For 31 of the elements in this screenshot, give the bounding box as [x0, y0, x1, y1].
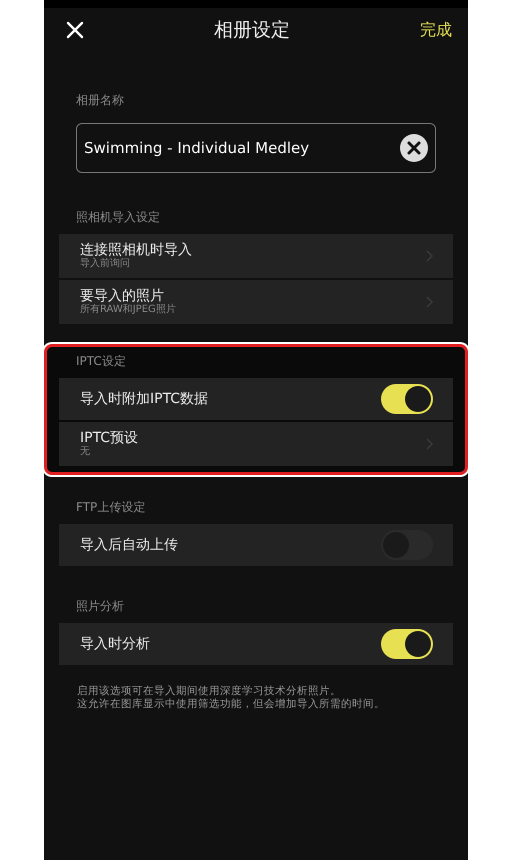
- description-text: 启用该选项可在导入期间使用深度学习技术分析照片。: [77, 685, 341, 698]
- settings-row[interactable]: 导入后自动上传: [59, 524, 453, 566]
- done-button[interactable]: 完成: [420, 20, 452, 40]
- settings-row[interactable]: 要导入的照片 所有RAW和JPEG照片: [59, 280, 453, 324]
- description-text: 这允许在图库显示中使用筛选功能，但会增加导入所需的时间。: [77, 698, 385, 712]
- row-value: 导入前询问: [80, 258, 131, 270]
- toggle-switch[interactable]: [381, 629, 433, 659]
- clear-icon[interactable]: [400, 134, 428, 162]
- row-value: 无: [80, 446, 91, 458]
- row-label: 要导入的照片: [80, 288, 165, 304]
- settings-row[interactable]: 导入时附加IPTC数据: [59, 378, 453, 420]
- section-title: IPTC设定: [76, 353, 127, 370]
- section-title: 照片分析: [76, 598, 125, 615]
- row-label: IPTC预设: [80, 430, 138, 446]
- section-title: 照相机导入设定: [76, 209, 161, 226]
- album-name-field[interactable]: Swimming - Individual Medley: [76, 123, 436, 173]
- row-value: 所有RAW和JPEG照片: [80, 304, 176, 316]
- row-label: 导入时附加IPTC数据: [80, 390, 208, 408]
- close-icon: [66, 21, 84, 39]
- chevron-icon: [426, 250, 433, 262]
- close-button[interactable]: [66, 21, 84, 39]
- section-title: 相册名称: [76, 92, 125, 109]
- section-title: FTP上传设定: [76, 499, 146, 516]
- settings-row[interactable]: IPTC预设 无: [59, 422, 453, 466]
- row-label: 导入后自动上传: [80, 536, 178, 554]
- screen-title: 相册设定: [214, 18, 290, 43]
- toggle-switch[interactable]: [381, 384, 433, 414]
- row-label: 连接照相机时导入: [80, 242, 192, 258]
- row-label: 导入时分析: [80, 635, 150, 653]
- settings-row[interactable]: 导入时分析: [59, 623, 453, 665]
- settings-row[interactable]: 连接照相机时导入 导入前询问: [59, 234, 453, 278]
